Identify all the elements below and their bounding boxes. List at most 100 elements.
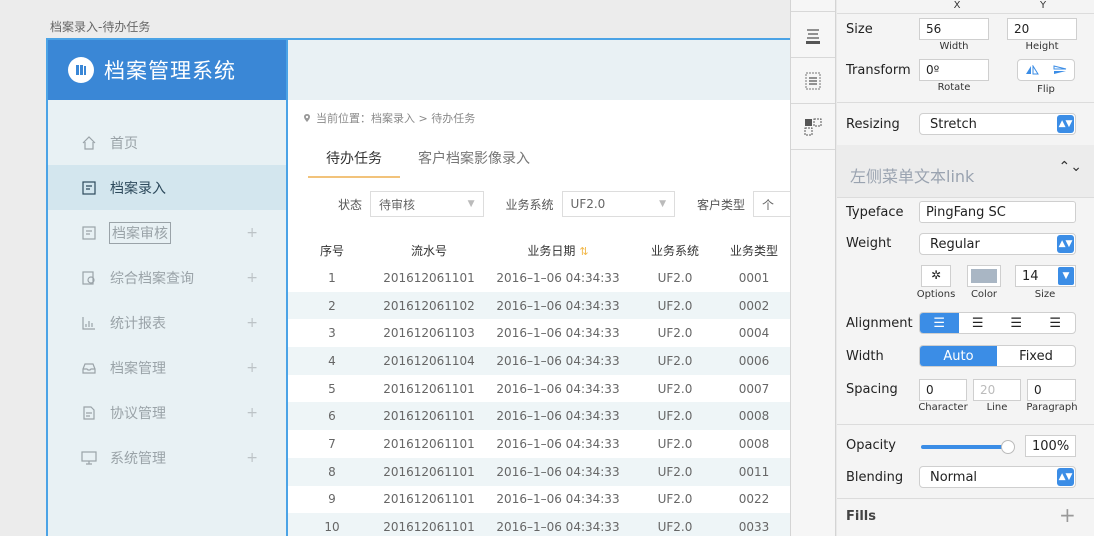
customer-type-select[interactable]: 个	[753, 191, 790, 217]
table-header-cell-sortable[interactable]: 业务日期 ⇅	[482, 242, 634, 259]
review-icon	[80, 224, 98, 242]
table-row[interactable]: 5 201612061101 2016–1–06 04:34:33 UF2.0 0007	[288, 375, 790, 403]
search-doc-icon	[80, 269, 98, 287]
table-row[interactable]: 3 201612061103 2016–1–06 04:34:33 UF2.0 0004	[288, 319, 790, 347]
table-cell: 2016–1–06 04:34:33	[496, 436, 620, 451]
divider	[837, 197, 1094, 198]
expand-plus-icon[interactable]: +	[246, 405, 258, 421]
font-size-input[interactable]: 14 ▼	[1015, 265, 1076, 287]
table-cell: 3	[328, 326, 336, 341]
text-options-button[interactable]: ✲	[921, 265, 951, 287]
breadcrumb: 当前位置：档案录入 > 待办任务	[302, 110, 475, 126]
app-title: 档案管理系统	[104, 59, 236, 83]
sidebar-item-reports[interactable]: 统计报表 +	[48, 300, 286, 345]
y-label: Y	[1039, 0, 1047, 11]
archive-logo-icon	[68, 57, 94, 83]
table-cell: 0007	[738, 381, 770, 396]
slider-knob[interactable]	[1001, 440, 1015, 454]
table-row[interactable]: 9 201612061101 2016–1–06 04:34:33 UF2.0 0022	[288, 486, 790, 514]
table-cell: 2016–1–06 04:34:33	[496, 520, 620, 535]
sort-icon[interactable]: ⇅	[579, 245, 588, 258]
color-fill	[971, 269, 997, 283]
align-center-icon[interactable]: ☰	[959, 313, 998, 333]
resizing-select[interactable]: Stretch ▲▼	[919, 113, 1076, 135]
tidy-button[interactable]	[791, 104, 835, 150]
flip-vertical-icon[interactable]	[1046, 60, 1074, 80]
expand-plus-icon[interactable]: +	[246, 270, 258, 286]
sidebar-item-contracts[interactable]: 协议管理 +	[48, 390, 286, 435]
width-mode-control[interactable]: Auto Fixed	[919, 345, 1076, 367]
table-row[interactable]: 4 201612061104 2016–1–06 04:34:33 UF2.0 0006	[288, 347, 790, 375]
expand-plus-icon[interactable]: +	[246, 225, 258, 241]
design-canvas[interactable]: 档案录入-待办任务 档案管理系统 首页 档案录入 档案审核 + 综合档案查询 +…	[0, 0, 790, 536]
tab-pending-tasks[interactable]: 待办任务	[308, 140, 400, 178]
table-row[interactable]: 1 201612061101 2016–1–06 04:34:33 UF2.0 0001	[288, 264, 790, 292]
sidebar-item-label: 档案录入	[110, 180, 166, 197]
width-fixed-option[interactable]: Fixed	[997, 346, 1075, 366]
weight-select[interactable]: Regular ▲▼	[919, 233, 1076, 255]
table-cell: UF2.0	[657, 298, 693, 313]
opacity-slider[interactable]	[921, 437, 1015, 457]
table-row[interactable]: 2 201612061102 2016–1–06 04:34:33 UF2.0 0002	[288, 291, 790, 320]
spacing-label: Spacing	[846, 382, 898, 397]
opacity-input[interactable]: 100%	[1025, 435, 1076, 457]
table-row[interactable]: 6 201612061101 2016–1–06 04:34:33 UF2.0 0008	[288, 402, 790, 431]
flip-horizontal-icon[interactable]	[1018, 60, 1046, 80]
width-auto-option[interactable]: Auto	[920, 346, 997, 366]
width-label: Width	[939, 41, 969, 52]
alignment-label: Alignment	[846, 316, 913, 331]
height-input[interactable]: 20	[1007, 18, 1077, 40]
system-select[interactable]: UF2.0 ▼	[561, 191, 676, 217]
artboard[interactable]: 档案管理系统 首页 档案录入 档案审核 + 综合档案查询 + 统计报表 + 档案…	[46, 38, 790, 536]
table-cell: 0011	[738, 464, 770, 479]
table-cell: 7	[328, 436, 336, 451]
table-header-cell: 流水号	[410, 243, 447, 258]
table-row[interactable]: 8 201612061101 2016–1–06 04:34:33 UF2.0 0011	[288, 457, 790, 486]
blending-select[interactable]: Normal ▲▼	[919, 466, 1076, 488]
chevron-down-icon: ▼	[659, 199, 667, 209]
status-select[interactable]: 待审核 ▼	[370, 191, 484, 217]
align-bottom-icon	[806, 28, 820, 44]
table-row[interactable]: 7 201612061101 2016–1–06 04:34:33 UF2.0 0008	[288, 430, 790, 458]
artboard-title[interactable]: 档案录入-待办任务	[50, 18, 150, 35]
distribute-button[interactable]	[791, 58, 835, 104]
sidebar-item-label: 档案审核	[109, 221, 171, 244]
text-style-selector[interactable]: 左侧菜单文本link ⌃⌄	[837, 145, 1094, 197]
sidebar-item-archive-query[interactable]: 综合档案查询 +	[48, 255, 286, 300]
text-alignment-control[interactable]: ☰ ☰ ☰ ☰	[919, 312, 1076, 334]
align-justify-icon[interactable]: ☰	[1036, 313, 1075, 333]
rotate-input[interactable]: 0º	[919, 59, 989, 81]
sidebar-item-label: 系统管理	[110, 450, 166, 467]
sidebar-item-system[interactable]: 系统管理 +	[48, 435, 286, 480]
align-bottom-button[interactable]	[791, 12, 835, 58]
weight-label: Weight	[846, 236, 892, 251]
expand-plus-icon[interactable]: +	[246, 450, 258, 466]
table-cell: 0002	[738, 298, 770, 313]
table-cell: 8	[328, 464, 336, 479]
align-right-icon[interactable]: ☰	[997, 313, 1036, 333]
typeface-input[interactable]: PingFang SC	[919, 201, 1076, 223]
align-top-button[interactable]	[791, 0, 835, 12]
fills-label: Fills	[846, 509, 876, 524]
text-color-swatch[interactable]	[967, 265, 1001, 287]
sidebar-item-home[interactable]: 首页	[48, 120, 286, 165]
sidebar-item-archive-entry[interactable]: 档案录入	[48, 165, 286, 210]
align-left-icon[interactable]: ☰	[920, 313, 959, 333]
expand-plus-icon[interactable]: +	[246, 315, 258, 331]
tab-customer-image-entry[interactable]: 客户档案影像录入	[400, 140, 548, 178]
add-fill-icon[interactable]: +	[1059, 503, 1076, 527]
sidebar-item-archive-review[interactable]: 档案审核 +	[48, 210, 286, 255]
expand-plus-icon[interactable]: +	[246, 360, 258, 376]
line-spacing-input[interactable]: 20	[973, 379, 1021, 401]
flip-control[interactable]	[1017, 59, 1075, 81]
paragraph-spacing-input[interactable]: 0	[1027, 379, 1076, 401]
table-cell: 0008	[738, 409, 770, 424]
character-spacing-input[interactable]: 0	[919, 379, 967, 401]
width-input[interactable]: 56	[919, 18, 989, 40]
table-row[interactable]: 10 201612061101 2016–1–06 04:34:33 UF2.0 003…	[288, 513, 790, 536]
sidebar-item-archive-management[interactable]: 档案管理 +	[48, 345, 286, 390]
blending-select-value: Normal	[930, 470, 978, 485]
app-sidebar: 档案管理系统 首页 档案录入 档案审核 + 综合档案查询 + 统计报表 + 档案…	[48, 40, 288, 536]
chevron-down-icon: ▼	[467, 199, 475, 209]
archive-icon	[80, 359, 98, 377]
